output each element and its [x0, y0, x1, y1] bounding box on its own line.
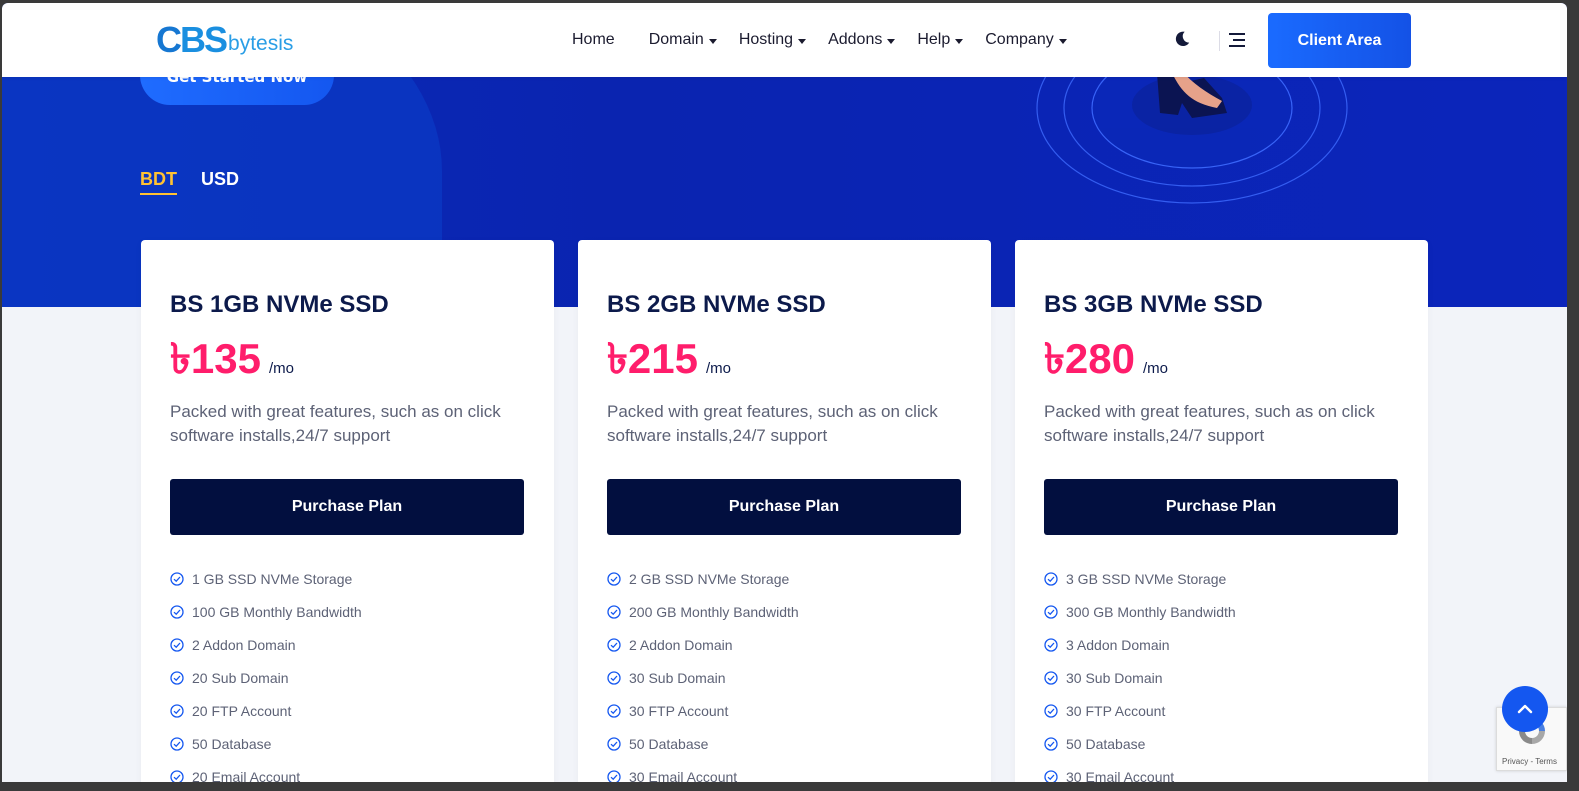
browser-viewport: Get Started Now CBS bytesis Home Domain … [2, 3, 1567, 782]
nav-addons[interactable]: Addons [828, 31, 896, 49]
feature-item: 200 GB Monthly Bandwidth [607, 595, 799, 628]
check-circle-icon [1044, 571, 1058, 586]
chevron-down-icon [708, 38, 717, 44]
feature-list: 3 GB SSD NVMe Storage 300 GB Monthly Ban… [1044, 562, 1236, 782]
check-circle-icon [170, 604, 184, 619]
feature-item: 3 GB SSD NVMe Storage [1044, 562, 1236, 595]
plan-card-2gb: BS 2GB NVMe SSD ৳215 /mo Packed with gre… [578, 240, 991, 782]
main-nav: Home Domain Hosting Addons Help Company [572, 31, 1067, 49]
chevron-down-icon [798, 38, 807, 44]
nav-help[interactable]: Help [917, 31, 964, 49]
scroll-to-top-button[interactable] [1502, 686, 1548, 732]
price-amount: ৳215 [607, 335, 698, 382]
currency-tab-bdt[interactable]: BDT [140, 169, 177, 195]
check-circle-icon [1044, 637, 1058, 652]
check-circle-icon [170, 637, 184, 652]
feature-list: 2 GB SSD NVMe Storage 200 GB Monthly Ban… [607, 562, 799, 782]
currency-switcher: BDT USD [140, 169, 263, 195]
plan-card-1gb: BS 1GB NVMe SSD ৳135 /mo Packed with gre… [141, 240, 554, 782]
check-circle-icon [607, 637, 621, 652]
currency-tab-usd[interactable]: USD [201, 169, 239, 195]
feature-item: 20 FTP Account [170, 694, 362, 727]
feature-item: 20 Sub Domain [170, 661, 362, 694]
check-circle-icon [607, 604, 621, 619]
chevron-up-icon [1517, 704, 1533, 714]
feature-item: 2 GB SSD NVMe Storage [607, 562, 799, 595]
check-circle-icon [170, 703, 184, 718]
check-circle-icon [1044, 703, 1058, 718]
client-area-button[interactable]: Client Area [1268, 13, 1411, 68]
check-circle-icon [170, 769, 184, 782]
plan-description: Packed with great features, such as on c… [1044, 402, 1375, 445]
feature-item: 30 FTP Account [1044, 694, 1236, 727]
price-period: /mo [269, 360, 295, 377]
feature-item: 20 Email Account [170, 760, 362, 782]
feature-item: 30 Email Account [1044, 760, 1236, 782]
bytesis-logo[interactable]: CBS bytesis [156, 19, 294, 60]
feature-item: 50 Database [607, 727, 799, 760]
chevron-down-icon [887, 38, 896, 44]
nav-domain[interactable]: Domain [649, 31, 717, 49]
price-amount: ৳280 [1044, 335, 1135, 382]
chevron-down-icon [1058, 38, 1067, 44]
nav-home[interactable]: Home [572, 31, 615, 49]
plan-card-3gb: BS 3GB NVMe SSD ৳280 /mo Packed with gre… [1015, 240, 1428, 782]
nav-company[interactable]: Company [985, 31, 1067, 49]
recaptcha-links[interactable]: Privacy - Terms [1502, 757, 1557, 766]
feature-item: 3 Addon Domain [1044, 628, 1236, 661]
plan-title: BS 3GB NVMe SSD [1044, 291, 1263, 318]
feature-item: 1 GB SSD NVMe Storage [170, 562, 362, 595]
logo-mark: CBS [156, 19, 228, 60]
plan-description: Packed with great features, such as on c… [170, 402, 501, 445]
chevron-down-icon [955, 38, 964, 44]
check-circle-icon [607, 703, 621, 718]
purchase-plan-button[interactable]: Purchase Plan [607, 479, 961, 535]
check-circle-icon [607, 736, 621, 751]
logo-text: bytesis [228, 32, 294, 55]
purchase-plan-button[interactable]: Purchase Plan [1044, 479, 1398, 535]
feature-item: 300 GB Monthly Bandwidth [1044, 595, 1236, 628]
check-circle-icon [1044, 604, 1058, 619]
check-circle-icon [170, 670, 184, 685]
check-circle-icon [1044, 736, 1058, 751]
dark-mode-moon-icon[interactable] [1173, 30, 1191, 48]
feature-item: 30 Sub Domain [1044, 661, 1236, 694]
feature-item: 50 Database [170, 727, 362, 760]
price-period: /mo [706, 360, 732, 377]
header-divider [1219, 31, 1220, 51]
purchase-plan-button[interactable]: Purchase Plan [170, 479, 524, 535]
price-amount: ৳135 [170, 335, 261, 382]
plan-title: BS 2GB NVMe SSD [607, 291, 826, 318]
feature-item: 30 Sub Domain [607, 661, 799, 694]
feature-item: 50 Database [1044, 727, 1236, 760]
site-header: CBS bytesis Home Domain Hosting Addons H… [2, 3, 1567, 77]
plan-description: Packed with great features, such as on c… [607, 402, 938, 445]
feature-item: 2 Addon Domain [170, 628, 362, 661]
plan-title: BS 1GB NVMe SSD [170, 291, 389, 318]
price-period: /mo [1143, 360, 1169, 377]
check-circle-icon [1044, 670, 1058, 685]
hamburger-menu-icon[interactable] [1229, 33, 1245, 47]
check-circle-icon [607, 769, 621, 782]
feature-item: 30 FTP Account [607, 694, 799, 727]
feature-list: 1 GB SSD NVMe Storage 100 GB Monthly Ban… [170, 562, 362, 782]
check-circle-icon [170, 736, 184, 751]
check-circle-icon [1044, 769, 1058, 782]
check-circle-icon [170, 571, 184, 586]
feature-item: 100 GB Monthly Bandwidth [170, 595, 362, 628]
plan-price: ৳135 /mo [170, 326, 294, 397]
nav-hosting[interactable]: Hosting [739, 31, 807, 49]
feature-item: 30 Email Account [607, 760, 799, 782]
feature-item: 2 Addon Domain [607, 628, 799, 661]
check-circle-icon [607, 571, 621, 586]
plan-price: ৳215 /mo [607, 326, 731, 397]
plan-price: ৳280 /mo [1044, 326, 1168, 397]
check-circle-icon [607, 670, 621, 685]
